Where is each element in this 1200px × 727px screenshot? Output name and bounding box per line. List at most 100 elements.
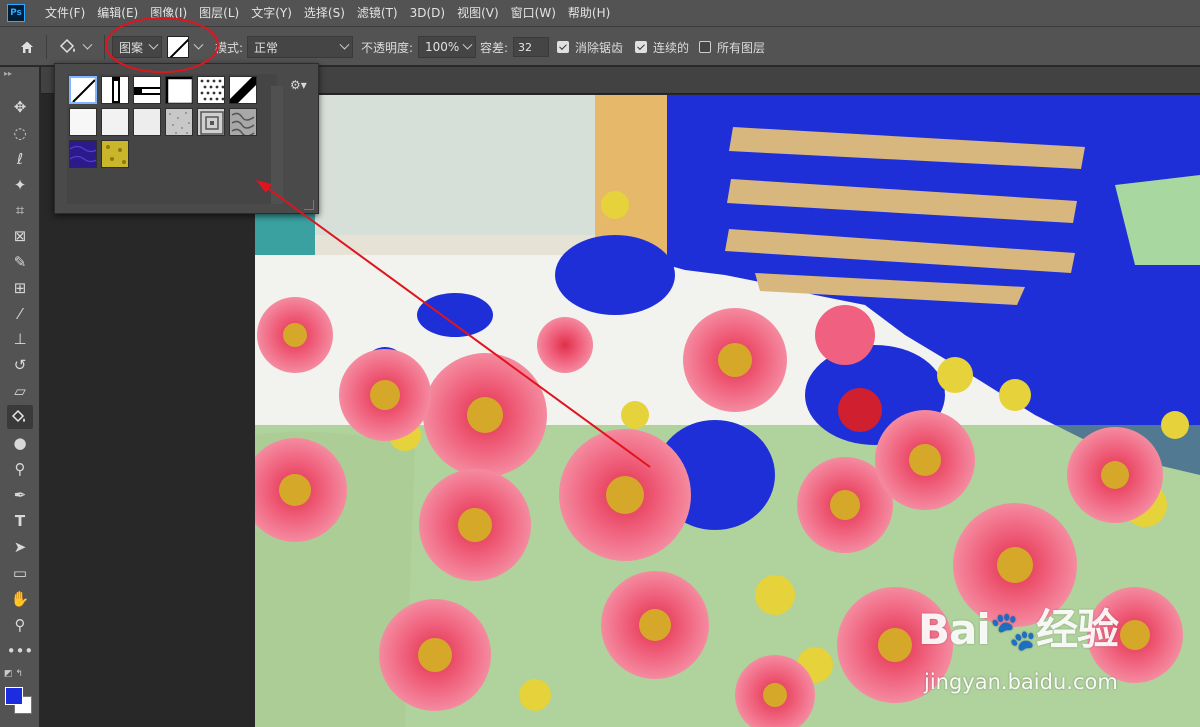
type-tool[interactable]: T bbox=[7, 509, 33, 533]
opacity-field[interactable]: 100% bbox=[418, 36, 476, 58]
healing-brush-tool[interactable]: ⊞ bbox=[7, 276, 33, 300]
magic-wand-tool[interactable]: ✦ bbox=[7, 173, 33, 197]
blur-tool[interactable]: ● bbox=[7, 431, 33, 455]
menu-layer[interactable]: 图层(L) bbox=[193, 0, 245, 26]
pattern-swatch-diagonal-line[interactable] bbox=[69, 76, 97, 104]
menu-view[interactable]: 视图(V) bbox=[451, 0, 505, 26]
crop-tool[interactable]: ⌗ bbox=[7, 198, 33, 222]
noise-pattern-icon bbox=[169, 112, 190, 134]
pattern-swatch-texture[interactable] bbox=[229, 108, 257, 136]
checkbox-checked-icon bbox=[557, 41, 569, 53]
pattern-swatch-thick-diagonal[interactable] bbox=[229, 76, 257, 104]
thick-diagonal-pattern-icon bbox=[230, 77, 256, 103]
frame-tool[interactable]: ⊠ bbox=[7, 224, 33, 248]
eyedropper-icon: ✎ bbox=[13, 253, 27, 271]
eraser-icon: ▱ bbox=[14, 382, 26, 400]
divider bbox=[104, 35, 105, 59]
menu-select[interactable]: 选择(S) bbox=[298, 0, 351, 26]
mode-value: 正常 bbox=[254, 40, 279, 55]
all-layers-checkbox[interactable]: 所有图层 bbox=[699, 27, 765, 67]
clone-stamp-tool[interactable]: ⊥ bbox=[7, 327, 33, 351]
mode-dropdown[interactable]: 正常 bbox=[247, 36, 353, 58]
lasso-tool[interactable]: ℓ bbox=[7, 147, 33, 171]
paint-bucket-icon bbox=[11, 409, 25, 423]
hand-icon: ✋ bbox=[10, 590, 30, 608]
pattern-grid-scrollbar[interactable] bbox=[271, 86, 283, 204]
pattern-swatch-horizontal-bar[interactable] bbox=[133, 76, 161, 104]
home-button[interactable] bbox=[14, 27, 40, 67]
pattern-picker-popup: ⚙▾ bbox=[54, 63, 319, 214]
pattern-swatch-gold-texture[interactable] bbox=[101, 140, 129, 168]
pen-tool[interactable]: ✒ bbox=[7, 483, 33, 507]
checkbox-checked-icon bbox=[635, 41, 647, 53]
foreground-color-swatch[interactable] bbox=[5, 687, 23, 705]
menu-filter[interactable]: 滤镜(T) bbox=[351, 0, 404, 26]
antialias-checkbox[interactable]: 消除锯齿 bbox=[557, 27, 623, 67]
tools-panel: ▸▸ ✥ ◌ ℓ ✦ ⌗ ⊠ ✎ ⊞ ⁄ ⊥ ↺ ▱ ● ⚲ ✒ T ➤ ▭ ✋… bbox=[0, 67, 40, 727]
menu-type[interactable]: 文字(Y) bbox=[245, 0, 298, 26]
chevron-down-icon bbox=[339, 39, 350, 50]
pattern-swatch-noise[interactable] bbox=[165, 108, 193, 136]
opacity-value: 100% bbox=[425, 40, 460, 54]
type-icon: T bbox=[14, 512, 26, 530]
pattern-swatch-paper[interactable] bbox=[133, 108, 161, 136]
watermark-logo-latin: Bai bbox=[918, 605, 991, 654]
hand-tool[interactable]: ✋ bbox=[7, 587, 33, 611]
panel-grip-icon[interactable]: ▸▸ bbox=[4, 69, 12, 78]
more-tools-button[interactable]: ••• bbox=[6, 639, 34, 663]
rectangle-tool[interactable]: ▭ bbox=[7, 561, 33, 585]
pattern-swatch-dots[interactable] bbox=[197, 76, 225, 104]
tolerance-input[interactable]: 32 bbox=[513, 37, 549, 57]
contiguous-checkbox[interactable]: 连续的 bbox=[635, 27, 689, 67]
chevron-down-icon bbox=[82, 39, 93, 50]
magic-wand-icon: ✦ bbox=[13, 176, 27, 194]
pattern-swatch-concentric-squares[interactable] bbox=[197, 108, 225, 136]
brush-tool[interactable]: ⁄ bbox=[7, 302, 33, 326]
menu-file[interactable]: 文件(F) bbox=[39, 0, 91, 26]
path-selection-tool[interactable]: ➤ bbox=[7, 535, 33, 559]
pattern-swatch-vertical-bar[interactable] bbox=[101, 76, 129, 104]
checkbox-unchecked-icon bbox=[699, 41, 711, 53]
paint-bucket-tool[interactable] bbox=[7, 405, 33, 429]
pattern-swatch-border[interactable] bbox=[165, 76, 193, 104]
paw-icon: 🐾 bbox=[989, 609, 1037, 653]
menu-window[interactable]: 窗口(W) bbox=[505, 0, 562, 26]
pattern-picker-button[interactable] bbox=[167, 27, 204, 67]
history-brush-tool[interactable]: ↺ bbox=[7, 353, 33, 377]
menu-edit[interactable]: 编辑(E) bbox=[91, 0, 144, 26]
healing-brush-icon: ⊞ bbox=[13, 279, 27, 297]
arrow-pointer-icon: ➤ bbox=[13, 538, 27, 556]
brush-icon: ⁄ bbox=[18, 305, 22, 323]
menu-3d[interactable]: 3D(D) bbox=[404, 0, 451, 26]
swap-colors-icon[interactable]: ◩ ↰ bbox=[4, 669, 23, 679]
resize-grip-icon[interactable] bbox=[304, 200, 314, 210]
history-brush-icon: ↺ bbox=[13, 356, 27, 374]
gold-texture-pattern-icon bbox=[106, 145, 126, 164]
frame-icon: ⊠ bbox=[13, 227, 27, 245]
zoom-icon: ⚲ bbox=[14, 616, 26, 634]
watermark-url: jingyan.baidu.com bbox=[924, 670, 1118, 694]
concentric-squares-pattern-icon bbox=[200, 111, 224, 135]
eyedropper-tool[interactable]: ✎ bbox=[7, 250, 33, 274]
options-bar: 图案 模式: 正常 不透明度: 100% 容差: 32 消除锯齿 连续的 所有图… bbox=[0, 26, 1200, 66]
rectangle-icon: ▭ bbox=[12, 564, 28, 582]
gear-icon[interactable]: ⚙▾ bbox=[290, 78, 307, 92]
menu-image[interactable]: 图像(I) bbox=[144, 0, 193, 26]
ellipse-marquee-icon: ◌ bbox=[13, 124, 27, 142]
zoom-tool[interactable]: ⚲ bbox=[7, 613, 33, 637]
pattern-swatch-light-gray[interactable] bbox=[101, 108, 129, 136]
pattern-swatch-blue-texture[interactable] bbox=[69, 140, 97, 168]
pattern-swatch-white[interactable] bbox=[69, 108, 97, 136]
menu-bar: Ps 文件(F) 编辑(E) 图像(I) 图层(L) 文字(Y) 选择(S) 滤… bbox=[0, 0, 1200, 26]
ellipsis-icon: ••• bbox=[6, 642, 34, 660]
fill-source-value: 图案 bbox=[119, 40, 144, 55]
eraser-tool[interactable]: ▱ bbox=[7, 379, 33, 403]
photoshop-logo: Ps bbox=[7, 4, 25, 22]
fill-source-dropdown[interactable]: 图案 bbox=[112, 36, 162, 58]
menu-help[interactable]: 帮助(H) bbox=[562, 0, 616, 26]
dodge-tool[interactable]: ⚲ bbox=[7, 457, 33, 481]
tool-preset-picker[interactable] bbox=[58, 27, 93, 67]
move-tool[interactable]: ✥ bbox=[7, 95, 33, 119]
marquee-tool[interactable]: ◌ bbox=[7, 121, 33, 145]
pattern-grid bbox=[67, 74, 283, 204]
